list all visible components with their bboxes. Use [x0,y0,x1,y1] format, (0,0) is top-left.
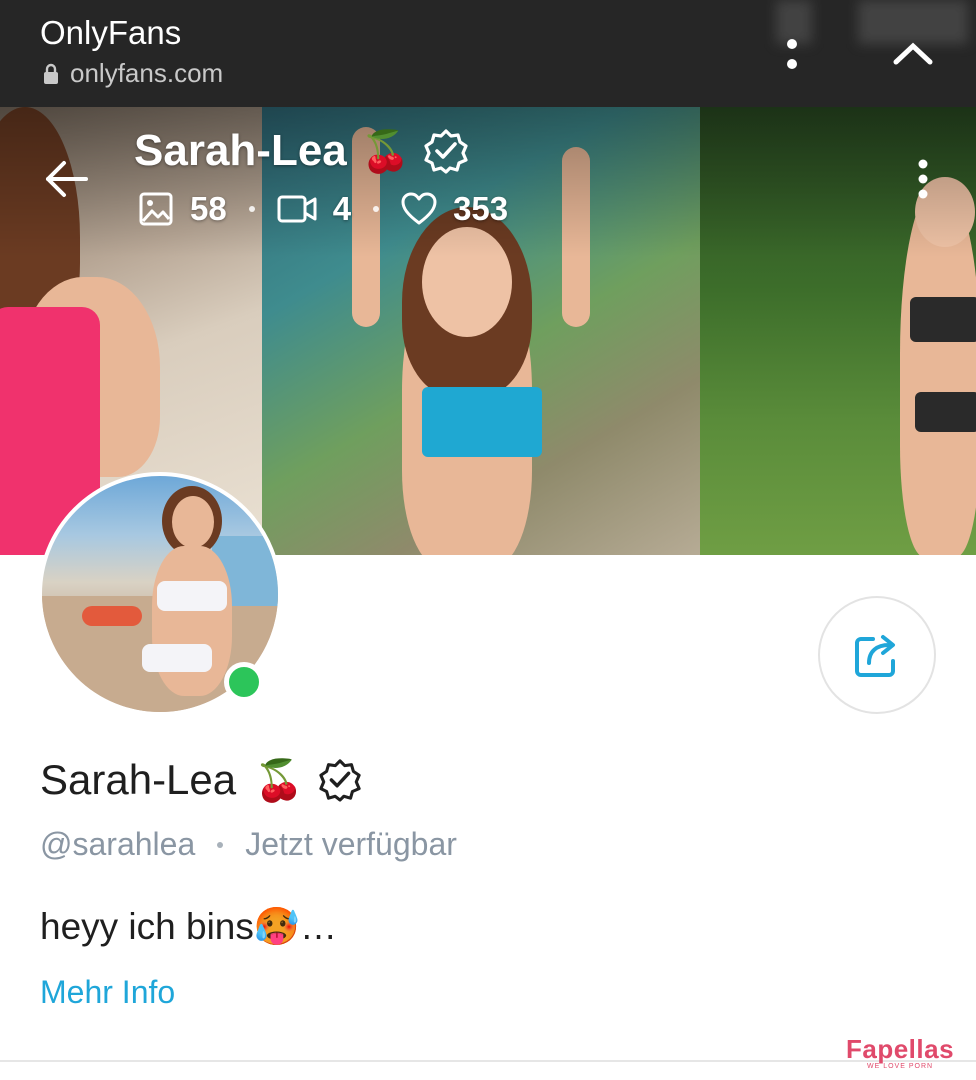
watermark-brand: Fapellas [846,1034,955,1064]
online-status-dot [224,662,264,702]
verified-badge-icon [319,759,361,802]
divider [0,1060,976,1062]
cover-profile-name: Sarah-Lea [134,126,347,175]
back-arrow-icon[interactable] [44,156,90,202]
browser-url: onlyfans.com [70,58,224,88]
availability-status: Jetzt verfügbar [245,826,457,862]
browser-url-row[interactable]: onlyfans.com [42,58,223,89]
video-icon [277,195,317,223]
chevron-up-icon[interactable] [890,36,936,68]
likes-stat: 353 [401,190,508,228]
more-vert-icon[interactable] [780,30,804,74]
videos-stat: 4 [277,190,351,228]
profile-header: Sarah-Lea 🍒 [40,756,362,804]
cherry-emoji: 🍒 [360,129,411,174]
profile-bio: heyy ich bins🥵… [40,906,337,947]
handle-row: @sarahlea Jetzt verfügbar [40,826,457,863]
cover-stats: 58 4 353 [138,190,508,228]
browser-site-title: OnlyFans [40,14,182,51]
photos-count: 58 [190,190,227,227]
cherry-emoji: 🍒 [254,758,304,803]
image-icon [139,192,173,226]
share-icon [855,635,895,677]
more-vert-icon[interactable] [912,156,934,202]
profile-handle: @sarahlea [40,826,196,862]
lock-icon [44,63,58,84]
browser-top-bar: OnlyFans onlyfans.com [0,0,976,107]
likes-count: 353 [453,190,509,227]
photos-stat: 58 [138,190,227,228]
heart-icon [401,192,437,225]
videos-count: 4 [332,190,352,227]
share-button[interactable] [818,596,936,714]
more-info-link[interactable]: Mehr Info [40,974,175,1011]
watermark-logo: Fapellas WE LOVE PORN [846,1034,954,1070]
verified-badge-icon [423,129,468,174]
profile-name: Sarah-Lea [40,756,237,803]
cover-header: Sarah-Lea 🍒 [134,126,469,176]
